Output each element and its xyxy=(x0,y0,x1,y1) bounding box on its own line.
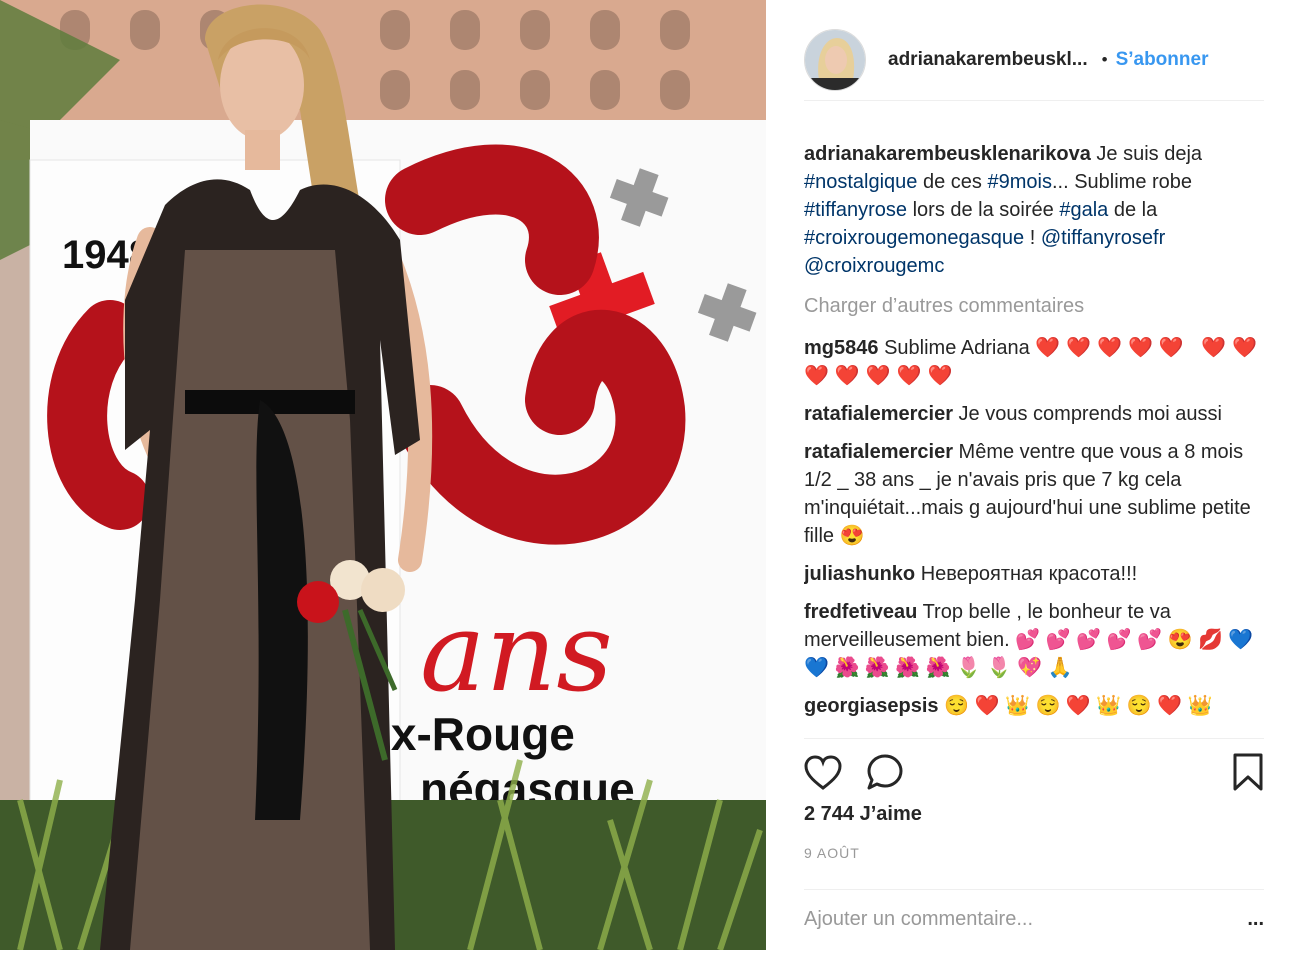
comment-username[interactable]: ratafialemercier xyxy=(804,441,953,463)
hashtag-link[interactable]: #nostalgique xyxy=(804,171,917,193)
caption: adrianakarembeusklenarikova Je suis deja… xyxy=(804,140,1264,280)
list-item: ratafialemercier Même ventre que vous a … xyxy=(804,438,1264,550)
avatar[interactable] xyxy=(804,29,866,91)
comments-list: adrianakarembeusklenarikova Je suis deja… xyxy=(804,140,1264,737)
list-item: georgiasepsis 😌 ❤️ 👑 😌 ❤️ 👑 😌 ❤️ 👑 xyxy=(804,692,1264,720)
hashtag-link[interactable]: #tiffanyrose xyxy=(804,199,907,221)
bookmark-icon[interactable] xyxy=(1232,753,1264,796)
post-panel: adrianakarembeuskl... • S’abonner adrian… xyxy=(766,0,1294,950)
heart-icon[interactable] xyxy=(804,755,842,796)
mention-link[interactable]: @tiffanyrosefr xyxy=(1041,227,1165,249)
load-more-comments[interactable]: Charger d’autres commentaires xyxy=(804,292,1264,320)
caption-text: de ces xyxy=(923,171,982,193)
follow-button[interactable]: S’abonner xyxy=(1116,49,1209,71)
sign-script: ans xyxy=(420,588,613,716)
caption-username[interactable]: adrianakarembeusklenarikova xyxy=(804,143,1091,165)
more-options-icon[interactable]: ... xyxy=(1247,908,1264,931)
separator-dot: • xyxy=(1101,50,1108,69)
actions-section: 2 744 J’aime 9 AOÛT Ajouter un commentai… xyxy=(804,738,1264,954)
comment-username[interactable]: fredfetiveau xyxy=(804,601,917,623)
caption-text: de la xyxy=(1113,199,1158,221)
list-item: mg5846 Sublime Adriana ❤️❤️❤️❤️❤️ ❤️❤️❤️… xyxy=(804,334,1264,390)
add-comment-input[interactable]: Ajouter un commentaire... xyxy=(804,908,1033,931)
post-photo[interactable]: 1948 oix-Rouge négasque ans xyxy=(0,0,766,950)
caption-text: lors de la soirée xyxy=(912,199,1054,221)
comment-emoji: 😌 ❤️ 👑 😌 ❤️ 👑 😌 ❤️ 👑 xyxy=(944,695,1213,717)
hashtag-link[interactable]: #9mois xyxy=(988,171,1052,193)
comment-text: Невероятная красота!!! xyxy=(920,563,1138,585)
comment-username[interactable]: ratafialemercier xyxy=(804,403,953,425)
comment-icon[interactable] xyxy=(866,753,904,796)
comment-emoji: 😍 xyxy=(839,525,865,547)
comment-username[interactable]: juliashunko xyxy=(804,563,915,585)
post-header: adrianakarembeuskl... • S’abonner xyxy=(804,20,1264,101)
likes-count[interactable]: 2 744 J’aime xyxy=(804,803,922,826)
list-item: ratafialemercier Je vous comprends moi a… xyxy=(804,400,1264,428)
hashtag-link[interactable]: #gala xyxy=(1059,199,1108,221)
mention-link[interactable]: @croixrougemc xyxy=(804,255,944,277)
post-date[interactable]: 9 AOÛT xyxy=(804,845,860,861)
caption-text: ! xyxy=(1029,227,1036,249)
add-comment-bar: Ajouter un commentaire... ... xyxy=(804,889,1264,948)
comment-text: Sublime Adriana xyxy=(884,337,1030,359)
list-item: fredfetiveau Trop belle , le bonheur te … xyxy=(804,598,1264,682)
hashtag-link[interactable]: #croixrougemonegasque xyxy=(804,227,1024,249)
caption-text: ... Sublime robe xyxy=(1051,171,1193,193)
comment-text: Je vous comprends moi aussi xyxy=(958,403,1222,425)
comment-username[interactable]: georgiasepsis xyxy=(804,695,939,717)
header-username[interactable]: adrianakarembeuskl... xyxy=(888,49,1088,71)
caption-text: Je suis deja xyxy=(1096,143,1203,165)
comment-username[interactable]: mg5846 xyxy=(804,337,879,359)
list-item: juliashunko Невероятная красота!!! xyxy=(804,560,1264,588)
